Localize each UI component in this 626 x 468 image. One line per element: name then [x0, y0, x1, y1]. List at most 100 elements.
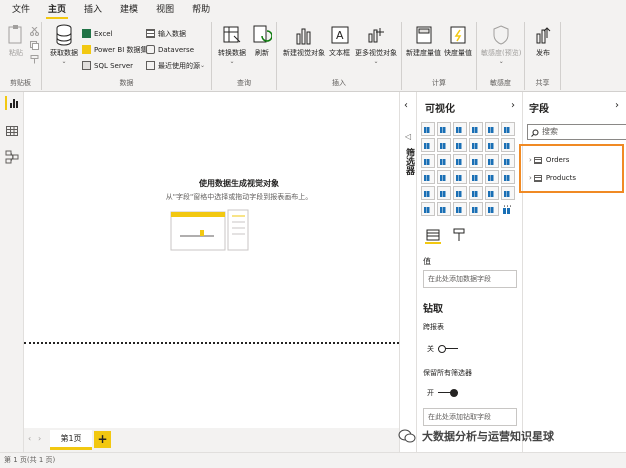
textbox-icon: A	[330, 24, 350, 46]
visual-type-icon[interactable]	[501, 170, 515, 184]
visual-type-icon[interactable]	[501, 154, 515, 168]
sensitivity-group-label: 敏感度	[490, 79, 511, 87]
enter-data-label: 输入数据	[158, 29, 186, 38]
data-view-icon[interactable]	[5, 124, 19, 138]
menu-file[interactable]: 文件	[12, 0, 30, 20]
filters-pane-collapsed[interactable]: ‹ ◁ 筛选器	[399, 92, 416, 452]
copy-icon	[30, 41, 39, 50]
excel-button[interactable]: Excel	[82, 28, 113, 39]
recent-sources-button[interactable]: 最近使用的源 ⌄	[146, 60, 205, 71]
cross-report-toggle[interactable]: 关	[427, 344, 458, 354]
refresh-button[interactable]: 刷新	[252, 24, 273, 58]
visual-type-icon[interactable]	[453, 186, 467, 200]
quick-measure-button[interactable]: 快度量值	[444, 24, 472, 58]
menu-help[interactable]: 帮助	[192, 0, 210, 20]
format-painter-button[interactable]	[30, 54, 42, 65]
drillthrough-drop-well[interactable]: 在此处添加钻取字段	[423, 408, 517, 426]
more-visuals-icon[interactable]: ⋯	[501, 202, 515, 216]
add-page-button[interactable]: +	[94, 431, 111, 448]
copy-button[interactable]	[30, 40, 42, 51]
sql-server-button[interactable]: SQL Server	[82, 60, 133, 71]
visual-type-icon[interactable]	[421, 154, 435, 168]
visual-type-icon[interactable]	[485, 138, 499, 152]
visual-type-icon[interactable]	[421, 122, 435, 136]
publish-button[interactable]: 发布	[533, 24, 553, 58]
visual-type-icon[interactable]	[453, 138, 467, 152]
visual-type-icon[interactable]	[437, 122, 451, 136]
calculations-group: 新建度量值 快度量值 计算	[402, 22, 477, 90]
excel-label: Excel	[94, 29, 113, 38]
visual-type-icon[interactable]	[437, 186, 451, 200]
visual-type-icon[interactable]	[485, 154, 499, 168]
visual-type-icon[interactable]	[437, 138, 451, 152]
chevron-right-icon[interactable]: ›	[511, 100, 515, 111]
visual-type-icon[interactable]	[437, 202, 451, 216]
visual-type-icon[interactable]	[469, 186, 483, 200]
visual-type-icon[interactable]	[469, 202, 483, 216]
toggle-switch[interactable]	[438, 345, 458, 353]
format-paint-roller-icon[interactable]	[451, 228, 467, 244]
prev-page-icon[interactable]: ‹	[28, 434, 31, 443]
visual-type-icon[interactable]	[437, 170, 451, 184]
report-view-icon[interactable]	[5, 96, 19, 110]
visual-type-icon[interactable]	[485, 186, 499, 200]
visual-type-icon[interactable]	[485, 170, 499, 184]
calculator-icon	[414, 24, 434, 46]
new-visual-button[interactable]: 新建视觉对象	[283, 24, 325, 58]
visual-type-icon[interactable]	[469, 170, 483, 184]
report-canvas[interactable]: 使用数据生成视觉对象 从"字段"窗格中选择或拖动字段到报表画布上。	[24, 92, 399, 428]
visual-type-icon[interactable]	[469, 154, 483, 168]
keep-filters-label: 保留所有筛选器	[423, 369, 472, 377]
sensitivity-button[interactable]: 敏感度(预览) ⌄	[481, 24, 521, 65]
visual-type-icon[interactable]	[437, 154, 451, 168]
fields-search-input[interactable]: 搜索	[527, 124, 626, 140]
next-page-icon[interactable]: ›	[38, 434, 41, 443]
new-measure-button[interactable]: 新建度量值	[406, 24, 441, 58]
menu-modeling[interactable]: 建模	[120, 0, 138, 20]
enter-data-button[interactable]: 输入数据	[146, 28, 186, 39]
menu-view[interactable]: 视图	[156, 0, 174, 20]
visual-type-icon[interactable]	[485, 122, 499, 136]
visual-type-icon[interactable]	[453, 154, 467, 168]
textbox-button[interactable]: A 文本框	[329, 24, 350, 58]
calculations-group-label: 计算	[432, 79, 446, 87]
visual-type-icon[interactable]	[453, 202, 467, 216]
values-drop-well[interactable]: 在此处添加数据字段	[423, 270, 517, 288]
visual-type-icon[interactable]	[421, 202, 435, 216]
get-data-button[interactable]: 获取数据 ⌄	[50, 24, 78, 65]
transform-icon	[222, 24, 242, 46]
visual-type-icon[interactable]	[501, 186, 515, 200]
keep-filters-toggle[interactable]: 开	[427, 388, 458, 398]
dataverse-label: Dataverse	[158, 45, 194, 54]
chevron-right-icon[interactable]: ›	[615, 100, 619, 111]
get-data-label: 获取数据	[50, 49, 78, 57]
paste-button[interactable]: 粘贴	[6, 24, 26, 58]
clipboard-group-label: 剪贴板	[10, 79, 31, 87]
transform-data-button[interactable]: 转换数据 ⌄	[218, 24, 246, 65]
fields-title: 字段	[529, 104, 549, 115]
menu-insert[interactable]: 插入	[84, 0, 102, 20]
cut-button[interactable]	[30, 26, 42, 37]
visual-type-icon[interactable]	[421, 186, 435, 200]
visual-type-icon[interactable]	[453, 170, 467, 184]
fields-build-icon[interactable]	[425, 228, 441, 244]
chevron-left-icon[interactable]: ‹	[404, 100, 408, 111]
toggle-switch[interactable]	[438, 389, 458, 397]
data-group-label: 数据	[119, 79, 134, 87]
share-group: 发布 共享	[525, 22, 561, 90]
visual-type-icon[interactable]	[485, 202, 499, 216]
model-view-icon[interactable]	[5, 150, 19, 164]
canvas-page-boundary	[24, 342, 399, 344]
page-tab-1[interactable]: 第1页	[50, 430, 92, 450]
menu-home[interactable]: 主页	[46, 0, 69, 20]
visual-type-icon[interactable]	[421, 138, 435, 152]
visual-type-icon[interactable]	[469, 122, 483, 136]
visual-type-icon[interactable]	[501, 138, 515, 152]
more-visuals-button[interactable]: 更多视觉对象 ⌄	[355, 24, 397, 65]
powerbi-dataset-button[interactable]: Power BI 数据集	[82, 44, 147, 55]
visual-type-icon[interactable]	[453, 122, 467, 136]
visual-type-icon[interactable]	[469, 138, 483, 152]
visual-type-icon[interactable]	[501, 122, 515, 136]
visual-type-icon[interactable]	[421, 170, 435, 184]
dataverse-button[interactable]: Dataverse	[146, 44, 194, 55]
